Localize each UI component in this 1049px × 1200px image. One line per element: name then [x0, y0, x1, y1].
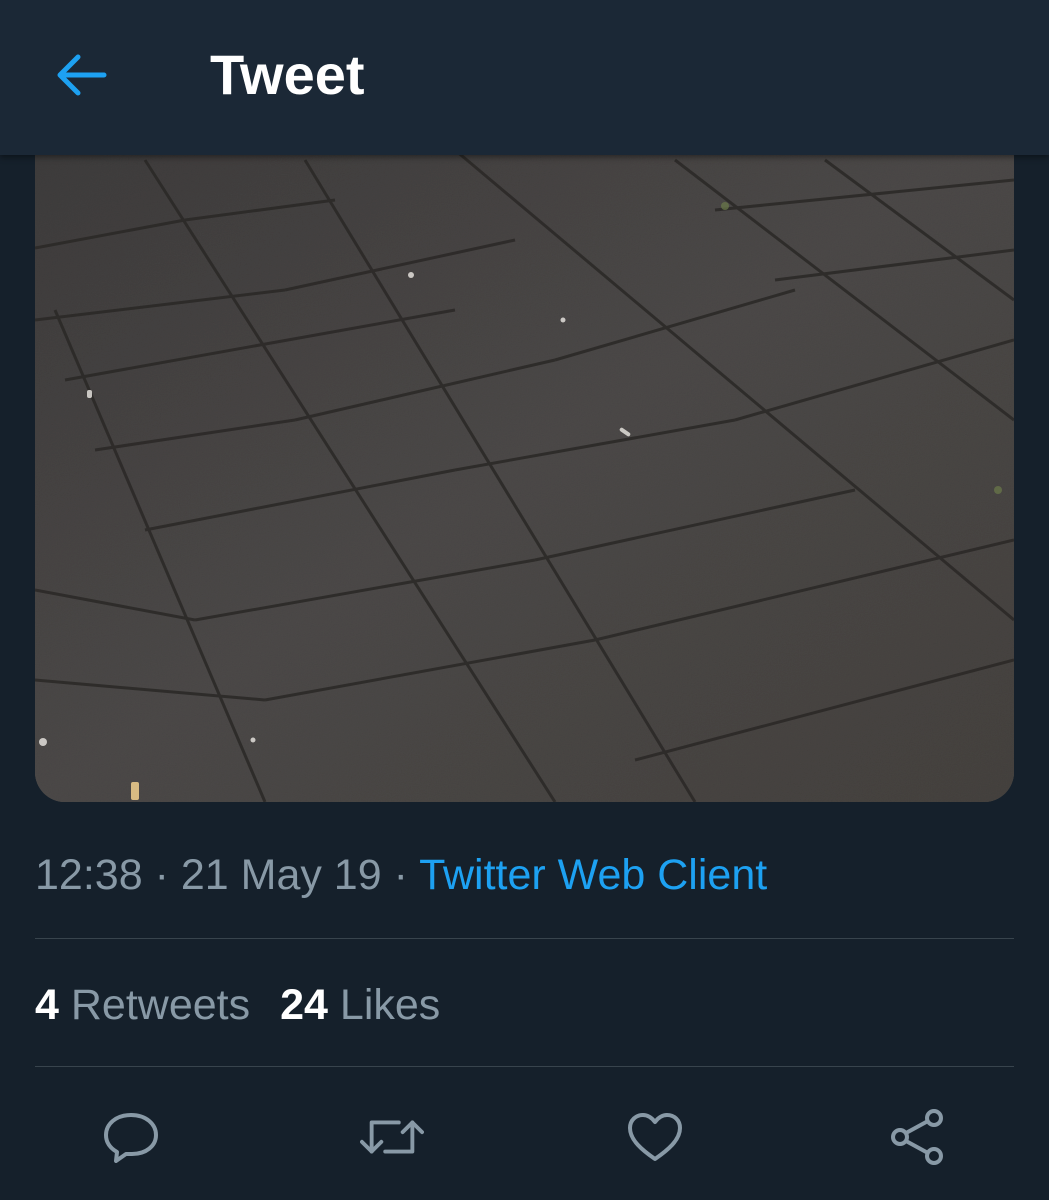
likes-label: Likes [339, 981, 441, 1029]
like-button[interactable] [623, 1105, 687, 1169]
retweet-button[interactable] [360, 1105, 424, 1169]
share-icon [891, 1109, 943, 1165]
paving-stones-photo [35, 120, 1014, 802]
retweets-label: Retweets [70, 981, 251, 1029]
meta-separator: · [393, 851, 408, 899]
tweet-photo[interactable] [35, 120, 1014, 802]
likes-count: 24 [280, 981, 328, 1029]
heart-icon [628, 1113, 682, 1161]
arrow-left-icon [57, 54, 107, 96]
meta-separator: · [154, 851, 169, 899]
page-title: Tweet [210, 43, 365, 106]
top-app-bar: Tweet [0, 0, 1049, 155]
tweet-source-link[interactable]: Twitter Web Client [419, 851, 767, 899]
retweets-stat[interactable]: 4 Retweets [35, 981, 250, 1029]
tweet-date: 21 May 19 [180, 851, 382, 899]
tweet-time: 12:38 [35, 851, 143, 899]
reply-button[interactable] [99, 1105, 163, 1169]
retweet-icon [360, 1120, 424, 1154]
divider [35, 938, 1014, 939]
comment-icon [104, 1113, 158, 1163]
tweet-stats: 4 Retweets 24 Likes [35, 978, 440, 1032]
back-button[interactable] [48, 44, 116, 106]
divider [35, 1066, 1014, 1067]
share-button[interactable] [885, 1105, 949, 1169]
retweets-count: 4 [35, 981, 59, 1029]
tweet-meta: 12:38 · 21 May 19 · Twitter Web Client [35, 848, 767, 902]
likes-stat[interactable]: 24 Likes [280, 981, 440, 1029]
